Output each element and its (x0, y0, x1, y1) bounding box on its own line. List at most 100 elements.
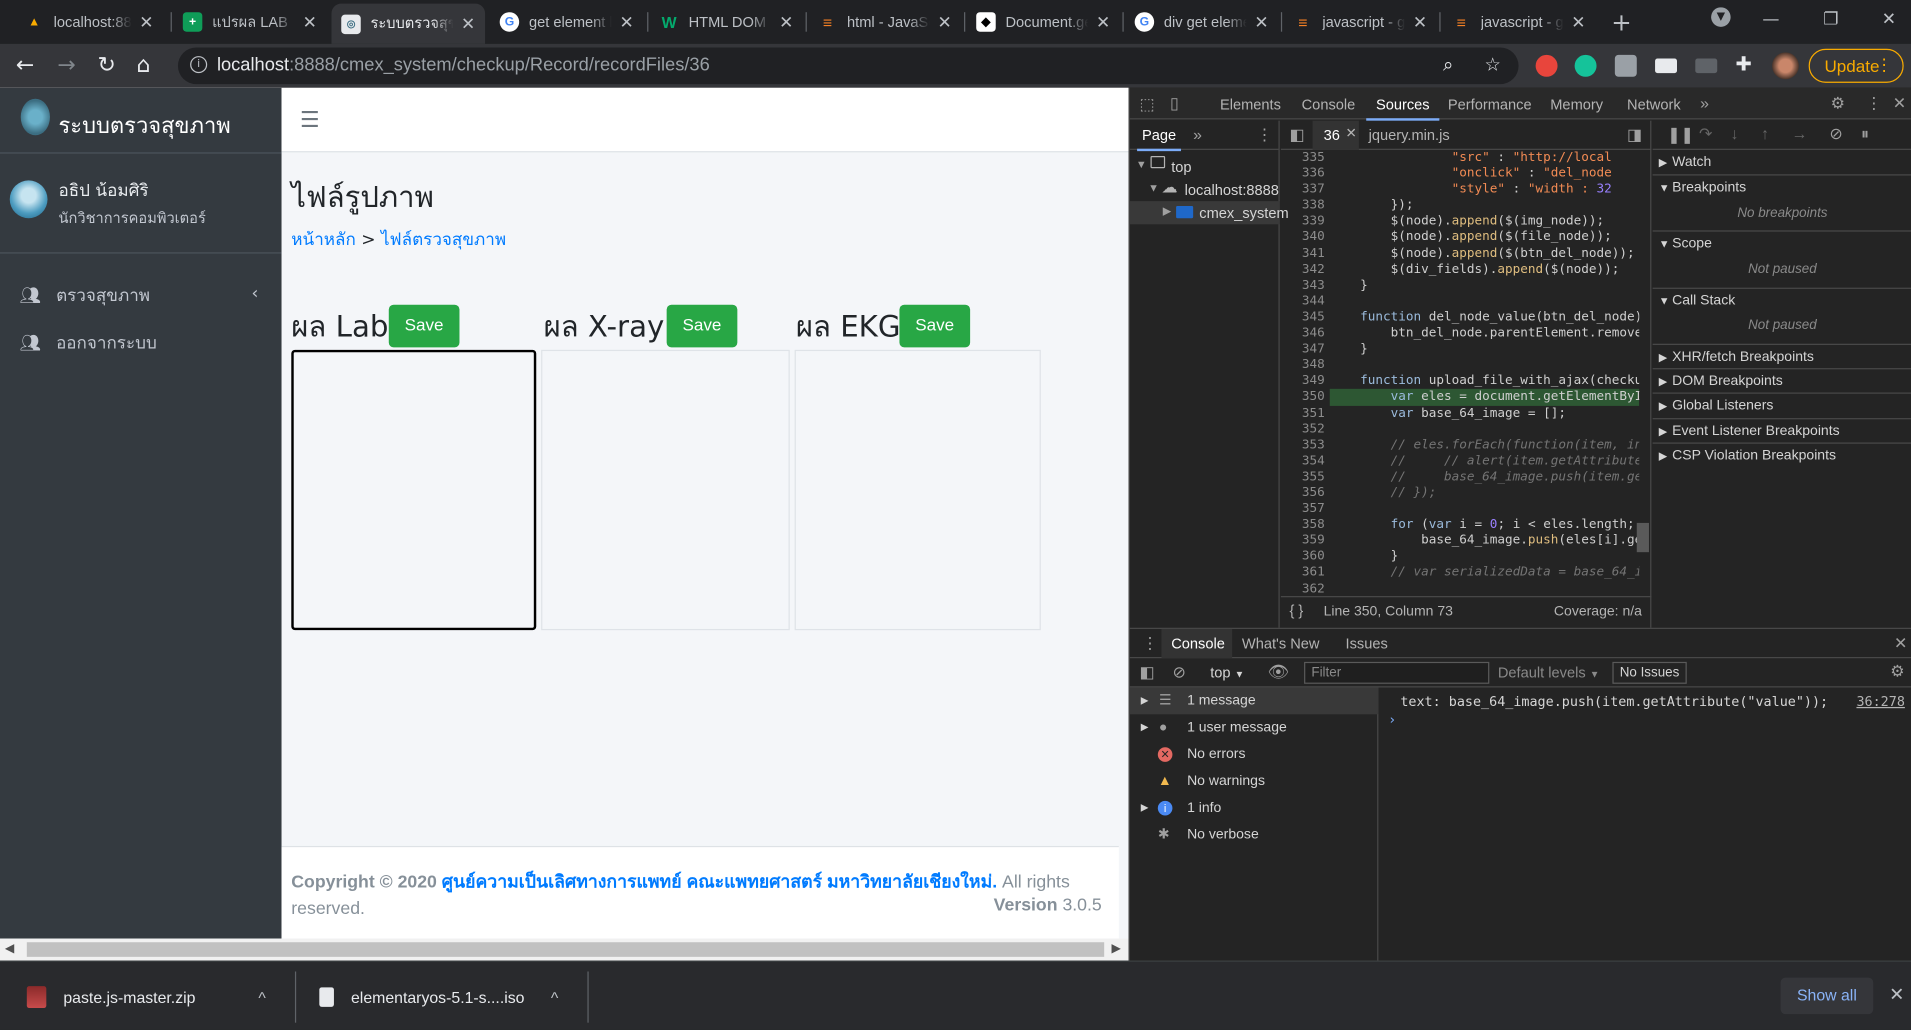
filter-input[interactable]: Filter (1304, 661, 1490, 684)
tree-item-folder[interactable]: ▶ cmex_system (1129, 201, 1289, 225)
close-icon[interactable]: ✕ (139, 12, 153, 33)
address-bar[interactable]: i localhost:8888/cmex_system/checkup/Rec… (177, 47, 1519, 85)
close-icon[interactable]: ✕ (303, 12, 317, 33)
editor-scrollbar[interactable] (1636, 522, 1649, 553)
more-tabs-icon[interactable]: » (1193, 126, 1202, 144)
toggle-navigator-icon[interactable]: ◧ (1289, 126, 1304, 146)
monitor-icon[interactable] (1695, 58, 1718, 74)
sidebar-item-logout[interactable]: 👥︎ ออกจากระบบ (20, 325, 264, 362)
line-number[interactable]: 357 (1281, 501, 1325, 517)
message-filter-info[interactable]: ▶ i 1 info (1130, 795, 1379, 822)
tab-1[interactable]: ▲ localhost:8888/ ✕ (15, 4, 164, 41)
chevron-up-icon[interactable]: ^ (258, 988, 265, 1006)
settings-icon[interactable]: ⚙ (1831, 94, 1845, 114)
toggle-debugger-icon[interactable]: ◨ (1627, 126, 1642, 146)
tab-console[interactable]: Console (1302, 96, 1356, 113)
sidebar-toggle-icon[interactable]: ◧ (1140, 663, 1155, 683)
lab-upload-area[interactable] (291, 349, 537, 631)
line-number[interactable]: 337 (1281, 182, 1325, 198)
tab-7[interactable]: ◆ Document.getElement ✕ (966, 4, 1120, 41)
scrollbar-thumb[interactable] (26, 942, 1105, 957)
source-code[interactable]: "src" : "http://local "onclick" : "del_n… (1329, 150, 1640, 591)
more-tabs-icon[interactable]: » (1700, 94, 1709, 112)
org-link[interactable]: ศูนย์ความเป็นเลิศทางการแพทย์ คณะแพทยศาสต… (442, 873, 997, 893)
ekg-upload-area[interactable] (794, 349, 1041, 631)
info-icon[interactable]: i (190, 56, 208, 74)
new-tab-button[interactable]: + (1611, 7, 1631, 36)
call-stack-section[interactable]: ▼ Call Stack (1652, 287, 1911, 312)
line-number[interactable]: 358 (1281, 517, 1325, 533)
xray-upload-area[interactable] (541, 349, 790, 631)
step-over-icon[interactable]: ↷ (1699, 124, 1712, 144)
line-number[interactable]: 336 (1281, 166, 1325, 182)
close-icon[interactable]: ✕ (461, 13, 475, 34)
console-settings-icon[interactable]: ⚙ (1890, 662, 1904, 682)
close-drawer-icon[interactable]: ✕ (1894, 634, 1907, 654)
breadcrumb-home-link[interactable]: หน้าหลัก (291, 230, 356, 250)
close-icon[interactable]: ✕ (619, 12, 633, 33)
message-filter-verbose[interactable]: ✱ No verbose (1130, 822, 1379, 849)
close-devtools-icon[interactable]: ✕ (1893, 94, 1906, 114)
scope-section[interactable]: ▼ Scope (1652, 230, 1911, 254)
back-icon[interactable]: ← (16, 52, 34, 78)
context-select[interactable]: top ▼ (1210, 664, 1244, 681)
line-number[interactable]: 341 (1281, 246, 1325, 262)
horizontal-scrollbar[interactable]: ◀ ▶ (0, 938, 1129, 961)
line-number[interactable]: 338 (1281, 198, 1325, 214)
pause-icon[interactable]: ❚❚ (1667, 126, 1694, 146)
line-number[interactable]: 354 (1281, 453, 1325, 469)
chevron-up-icon[interactable]: ^ (551, 988, 558, 1006)
tab-2[interactable]: + แปรผล LAB ✕ (173, 4, 327, 41)
step-out-icon[interactable]: ↑ (1761, 124, 1769, 142)
issues-button[interactable]: No Issues (1612, 661, 1687, 684)
more-options-icon[interactable]: ⋮ (1142, 634, 1158, 654)
step-into-icon[interactable]: ↓ (1731, 124, 1739, 142)
save-xray-button[interactable]: Save (666, 304, 738, 348)
tab-performance[interactable]: Performance (1448, 96, 1532, 113)
console-source-link[interactable]: 36:278 (1856, 694, 1904, 710)
profile-avatar[interactable] (1772, 52, 1799, 80)
scroll-left-icon[interactable]: ◀ (5, 942, 14, 955)
console-prompt[interactable]: › (1388, 712, 1396, 728)
user-name[interactable]: อธิป น้อมศิริ (59, 178, 149, 205)
tab-search-icon[interactable]: ▼ (1711, 7, 1731, 27)
global-listeners-section[interactable]: ▶ Global Listeners (1652, 392, 1911, 416)
tab-sources[interactable]: Sources (1366, 96, 1440, 121)
eye-icon[interactable]: 👁︎ (1268, 662, 1290, 683)
pause-on-exceptions-icon[interactable]: ⏸ (1861, 124, 1869, 144)
close-icon[interactable]: ✕ (779, 12, 793, 33)
scroll-right-icon[interactable]: ▶ (1112, 942, 1121, 955)
inspect-icon[interactable]: ⬚ (1140, 95, 1155, 115)
line-number[interactable]: 350 (1281, 389, 1325, 405)
line-number[interactable]: 353 (1281, 437, 1325, 453)
maximize-button[interactable]: ❐ (1823, 10, 1838, 30)
line-number[interactable]: 359 (1281, 533, 1325, 549)
tab-9[interactable]: ≡ javascript - get ✕ (1283, 4, 1437, 41)
format-icon[interactable]: { } (1289, 602, 1303, 619)
line-number[interactable]: 352 (1281, 421, 1325, 437)
url-text[interactable]: localhost:8888/cmex_system/checkup/Recor… (217, 55, 710, 76)
line-number[interactable]: 360 (1281, 549, 1325, 565)
tab-page[interactable]: Page (1137, 127, 1182, 152)
console-output[interactable]: text: base_64_image.push(item.getAttribu… (1381, 687, 1911, 961)
close-icon[interactable]: ✕ (1413, 12, 1427, 33)
breakpoints-section[interactable]: ▼ Breakpoints (1652, 174, 1911, 198)
extension-card-icon[interactable] (1655, 58, 1677, 74)
extension-red-icon[interactable] (1535, 54, 1558, 77)
line-number[interactable]: 361 (1281, 565, 1325, 581)
csp-violation-breakpoints-section[interactable]: ▶ CSP Violation Breakpoints (1652, 442, 1911, 466)
tab-network[interactable]: Network (1627, 96, 1681, 113)
more-options-icon[interactable]: ⋮ (1257, 126, 1273, 146)
line-number[interactable]: 356 (1281, 485, 1325, 501)
step-icon[interactable]: → (1792, 124, 1808, 142)
save-ekg-button[interactable]: Save (899, 304, 971, 348)
line-number[interactable]: 340 (1281, 230, 1325, 246)
more-options-icon[interactable]: ⋮ (1866, 94, 1882, 114)
line-number[interactable]: 339 (1281, 214, 1325, 230)
close-icon[interactable]: ✕ (1096, 12, 1110, 33)
drawer-tab-whats-new[interactable]: What's New (1242, 635, 1320, 652)
log-levels-select[interactable]: Default levels ▼ (1498, 664, 1600, 681)
close-icon[interactable]: ✕ (938, 12, 952, 33)
download-item-2[interactable]: elementaryos-5.1-s....iso ^ (319, 979, 575, 1016)
line-number[interactable]: 342 (1281, 262, 1325, 278)
